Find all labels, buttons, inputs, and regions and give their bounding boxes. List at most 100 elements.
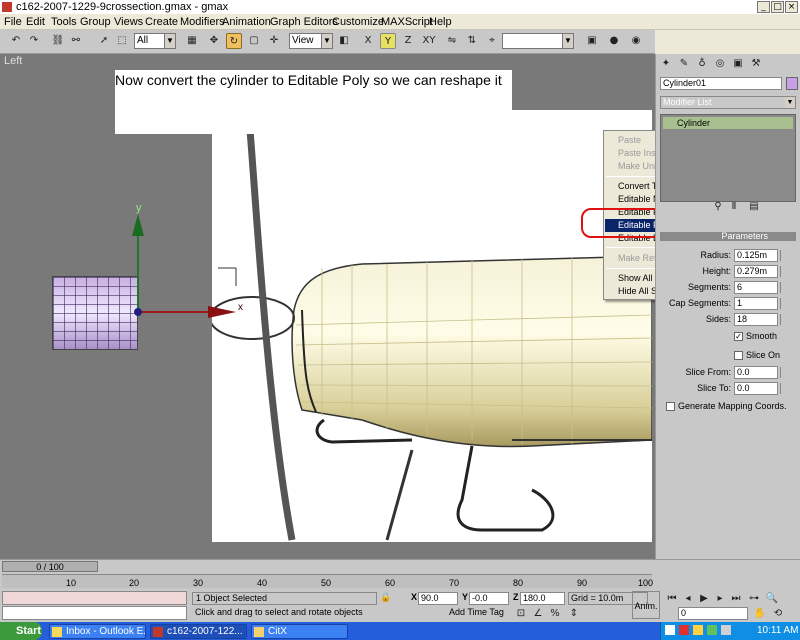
move-icon[interactable]: ✥ [206,33,222,49]
transform-gizmo[interactable] [120,200,380,400]
named-selection-dropdown[interactable]: ▼ [502,33,574,49]
slice-on-checkbox[interactable] [734,351,743,360]
select-link-icon[interactable]: ⛓ [50,33,66,49]
height-segments-spinner[interactable] [780,282,788,293]
snap-toggle-icon[interactable]: ⊡ [513,606,529,622]
parameters-rollout-header[interactable]: Parameters [660,232,796,241]
menu-help[interactable]: Help [429,16,452,28]
show-end-result-icon[interactable]: Ⅱ [726,199,742,215]
menu-edit[interactable]: Edit [26,16,45,28]
viewport-left[interactable]: Left Now convert the cylinder to Editabl… [0,54,730,559]
object-name-field[interactable]: Cylinder01 [660,77,782,90]
spinner-snap-icon[interactable]: ⇕ [566,606,582,622]
z-coordinate-field[interactable]: 180.0 [520,592,565,605]
menu-customize[interactable]: Customize [332,16,384,28]
y-coordinate-field[interactable]: -0.0 [469,592,509,605]
radius-spinner[interactable] [780,250,788,261]
task-outlook[interactable]: Inbox - Outlook E... [49,624,146,639]
task-gmax[interactable]: c162-2007-122... [150,624,247,639]
menu-group[interactable]: Group [80,16,111,28]
height-segments-field[interactable]: 6 [734,281,778,294]
create-tab-icon[interactable]: ✦ [658,56,674,72]
track-bar[interactable]: 10 20 30 40 50 60 70 80 90 100 [2,574,653,588]
restrict-x-icon[interactable]: X [360,33,376,49]
snap-icon[interactable]: ⌖ [484,33,500,49]
configure-sets-icon[interactable]: ▤ [746,199,762,215]
go-to-start-icon[interactable]: ⏮ [664,591,680,607]
object-color-swatch[interactable] [786,77,798,90]
maxscript-listener[interactable] [2,591,187,605]
material-editor-icon[interactable]: ▣ [584,33,600,49]
hierarchy-tab-icon[interactable]: ♁ [694,56,710,72]
key-mode-icon[interactable]: ⊶ [746,591,762,607]
menu-graph-editors[interactable]: Graph Editors [270,16,338,28]
menu-create[interactable]: Create [145,16,178,28]
slice-to-field[interactable]: 0.0 [734,382,778,395]
display-tab-icon[interactable]: ▣ [730,56,746,72]
height-spinner[interactable] [780,266,788,277]
menu-tools[interactable]: Tools [51,16,77,28]
redo-icon[interactable]: ↷ [26,33,42,49]
task-citx[interactable]: CitX [251,624,348,639]
x-coordinate-field[interactable]: 90.0 [418,592,458,605]
region-select-icon[interactable]: ⬚ [114,33,130,49]
scale-icon[interactable]: ▢ [246,33,262,49]
sides-spinner[interactable] [780,314,788,325]
maxscript-input[interactable] [2,606,187,620]
current-frame-field[interactable]: 0 [678,607,748,620]
rotate-icon[interactable]: ↻ [226,33,242,49]
percent-snap-icon[interactable]: % [547,606,563,622]
maximize-button[interactable]: □ [771,1,784,13]
tray-icon[interactable] [665,625,675,635]
modify-tab-icon[interactable]: ✎ [676,56,692,72]
lock-selection-icon[interactable]: 🔒 [380,592,392,605]
add-time-tag-button[interactable]: Add Time Tag [449,607,509,620]
radius-field[interactable]: 0.125m [734,249,778,262]
restrict-xy-icon[interactable]: XY [420,33,438,49]
animate-button[interactable]: Anim. [632,591,660,619]
angle-snap-icon[interactable]: ∠ [530,606,546,622]
go-to-end-icon[interactable]: ⏭ [728,591,744,607]
stack-item-cylinder[interactable]: Cylinder [663,117,793,129]
pin-stack-icon[interactable]: ⚲ [710,199,726,215]
mirror-icon[interactable]: ⇋ [444,33,460,49]
motion-tab-icon[interactable]: ◎ [712,56,728,72]
viewport-label[interactable]: Left [4,55,22,67]
tray-icon[interactable] [707,625,717,635]
slice-from-spinner[interactable] [780,367,788,378]
undo-icon[interactable]: ↶ [8,33,24,49]
tray-icon[interactable] [679,625,689,635]
sides-field[interactable]: 18 [734,313,778,326]
arc-rotate-icon[interactable]: ⟲ [770,606,786,622]
slice-to-spinner[interactable] [780,383,788,394]
select-object-icon[interactable]: ➚ [96,33,112,49]
selection-filter-dropdown[interactable]: All ▼ [134,33,176,49]
select-by-name-icon[interactable]: ▦ [184,33,200,49]
align-icon[interactable]: ⇅ [464,33,480,49]
cap-segments-field[interactable]: 1 [734,297,778,310]
menu-views[interactable]: Views [114,16,143,28]
menu-maxscript[interactable]: MAXScript [381,16,433,28]
speaker-icon[interactable] [721,625,731,635]
minimize-button[interactable]: _ [757,1,770,13]
prev-frame-icon[interactable]: ◂ [680,591,696,607]
cap-segments-spinner[interactable] [780,298,788,309]
restrict-y-icon[interactable]: Y [380,33,396,49]
quick-render-icon[interactable]: ◉ [628,33,644,49]
modifier-list-dropdown[interactable]: Modifier List ▼ [660,96,796,109]
menu-animation[interactable]: Animation [222,16,271,28]
zoom-icon[interactable]: 🔍 [764,591,780,607]
render-icon[interactable]: ● [606,33,622,49]
height-field[interactable]: 0.279m [734,265,778,278]
tray-icon[interactable] [693,625,703,635]
time-slider[interactable]: 0 / 100 [2,561,98,572]
utilities-tab-icon[interactable]: ⚒ [748,56,764,72]
use-center-icon[interactable]: ◧ [336,33,352,49]
play-icon[interactable]: ▶ [696,591,712,607]
unlink-icon[interactable]: ⚯ [68,33,84,49]
start-button[interactable]: Start [0,622,42,640]
menu-modifiers[interactable]: Modifiers [180,16,225,28]
generate-mapping-checkbox[interactable] [666,402,675,411]
reference-coord-dropdown[interactable]: View ▼ [289,33,333,49]
close-button[interactable]: × [785,1,798,13]
